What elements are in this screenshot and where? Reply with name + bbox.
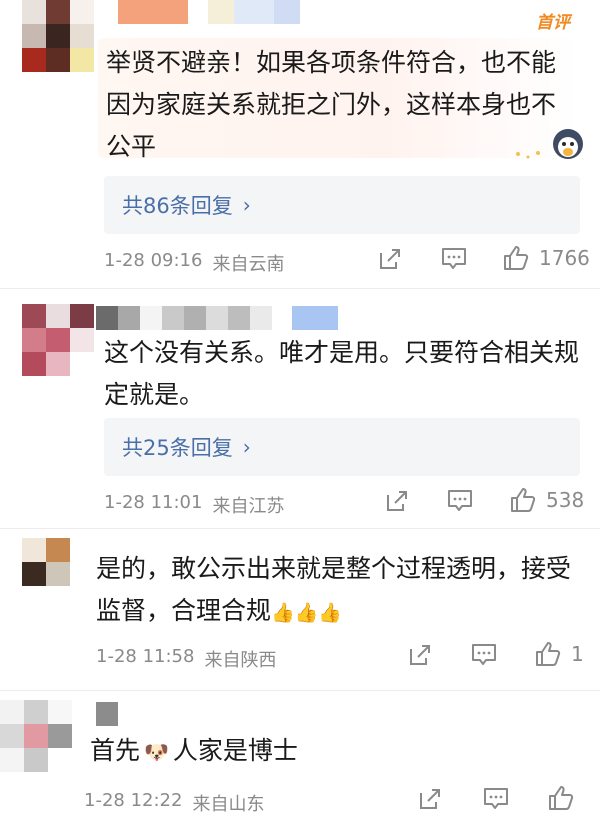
like-button[interactable] [548, 785, 574, 811]
comment-text[interactable]: 举贤不避亲！如果各项条件符合，也不能 因为家庭关系就拒之门外，这样本身也不 公平 [106, 42, 576, 168]
location: 来自云南 [212, 254, 285, 275]
avatar[interactable] [22, 538, 70, 586]
comment-meta: 1-28 09:16 来自云南 [104, 250, 284, 276]
comment-button[interactable] [471, 643, 497, 667]
comment-text[interactable]: 首先 🐶 人家是博士 [90, 730, 580, 773]
share-button[interactable] [385, 489, 409, 513]
comment-button[interactable] [441, 247, 467, 271]
comment-meta: 1-28 11:58 来自陕西 [96, 646, 276, 672]
thumbs-up-icon [511, 488, 536, 512]
comment-icon [472, 644, 496, 665]
thumbs-up-icon [549, 786, 574, 810]
location: 来自陕西 [204, 650, 277, 671]
timestamp: 1-28 12:22 [84, 790, 183, 811]
location: 来自江苏 [212, 496, 285, 517]
timestamp: 1-28 11:01 [104, 492, 203, 513]
username-blurred[interactable] [118, 0, 300, 24]
share-button[interactable] [378, 247, 402, 271]
comment-4: 首先 🐶 人家是博士 1-28 12:22 来自山东 [0, 700, 600, 837]
like-count: 1 [571, 642, 584, 666]
comment-button[interactable] [483, 787, 509, 811]
like-button[interactable]: 538 [510, 487, 584, 513]
comment-2: 这个没有关系。唯才是用。只要符合相关规 定就是。 共25条回复 › 1-28 1… [0, 300, 600, 530]
share-icon [387, 491, 407, 511]
thumbs-up-icon [504, 246, 529, 270]
comment-text[interactable]: 是的，敢公示出来就是整个过程透明，接受 监督，合理合规👍👍👍 [96, 548, 586, 634]
comment-3: 是的，敢公示出来就是整个过程透明，接受 监督，合理合规👍👍👍 1-28 11:5… [0, 538, 600, 688]
chevron-right-icon: › [242, 193, 251, 217]
comment-icon [484, 788, 508, 809]
reply-count-button[interactable]: 共25条回复 › [104, 418, 580, 476]
share-icon [380, 249, 400, 269]
comment-button[interactable] [447, 489, 473, 513]
like-count: 538 [546, 488, 585, 512]
avatar[interactable] [22, 0, 94, 72]
thumbs-up-emoji-icon: 👍👍👍 [271, 602, 342, 624]
doge-emoji-icon: 🐶 [144, 740, 169, 764]
comment-icon [442, 248, 466, 269]
divider [0, 288, 600, 289]
location: 来自山东 [192, 794, 265, 815]
like-button[interactable]: 1766 [503, 245, 590, 271]
chevron-right-icon: › [242, 435, 251, 459]
comment-meta: 1-28 11:01 来自江苏 [104, 492, 284, 518]
like-button[interactable]: 1 [535, 641, 584, 667]
comment-1: 首评 举贤不避亲！如果各项条件符合，也不能 因为家庭关系就拒之门外，这样本身也不… [0, 0, 600, 290]
username-blurred[interactable] [96, 306, 338, 330]
share-icon [410, 645, 430, 665]
divider [0, 690, 600, 691]
share-icon [420, 789, 440, 809]
avatar[interactable] [22, 304, 94, 376]
penguin-sticker-icon [516, 129, 583, 159]
username-blurred[interactable] [96, 702, 118, 726]
avatar[interactable] [0, 700, 72, 772]
timestamp: 1-28 09:16 [104, 250, 203, 271]
share-button[interactable] [418, 787, 442, 811]
like-count: 1766 [539, 246, 590, 270]
share-button[interactable] [408, 643, 432, 667]
comment-meta: 1-28 12:22 来自山东 [84, 790, 264, 816]
timestamp: 1-28 11:58 [96, 646, 195, 667]
reply-count-button[interactable]: 共86条回复 › [104, 176, 580, 234]
comment-text[interactable]: 这个没有关系。唯才是用。只要符合相关规 定就是。 [104, 332, 584, 416]
thumbs-up-icon [536, 642, 561, 666]
first-comment-badge: 首评 [536, 13, 570, 33]
divider [0, 528, 600, 529]
comment-icon [448, 490, 472, 511]
